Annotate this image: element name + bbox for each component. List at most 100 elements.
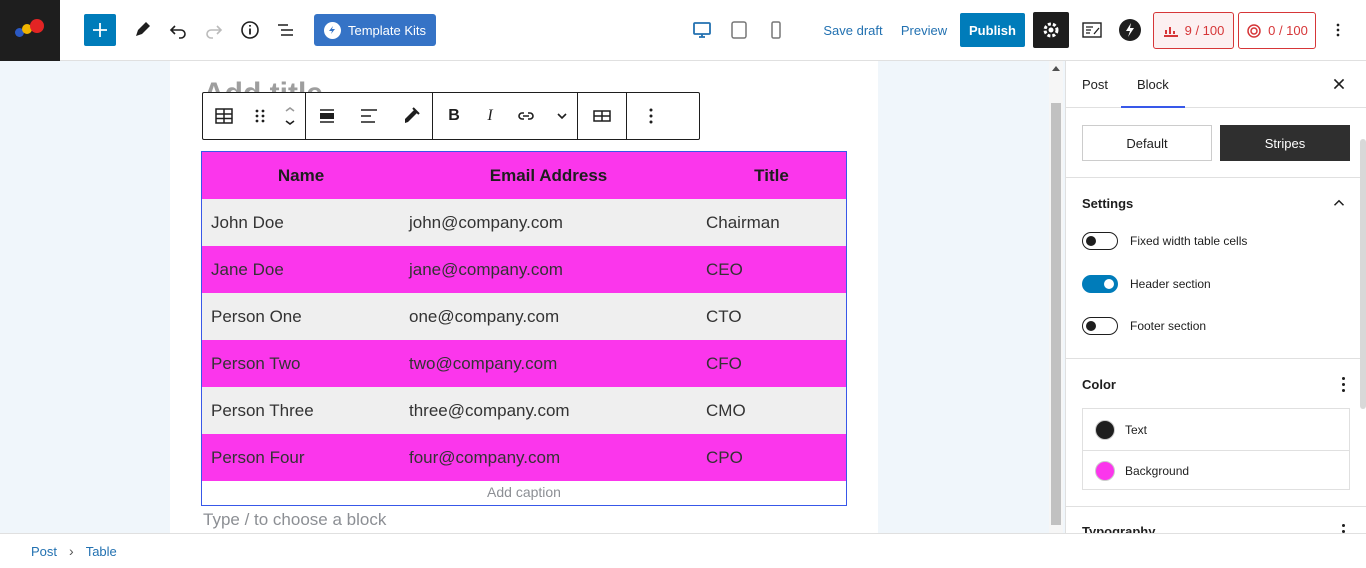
block-options-button[interactable]	[627, 93, 675, 139]
gear-icon	[1043, 22, 1059, 38]
site-logo[interactable]	[0, 0, 60, 61]
undo-button[interactable]	[164, 14, 192, 46]
table-row: Jane Doe jane@company.com CEO	[202, 246, 846, 293]
details-button[interactable]	[236, 14, 264, 46]
table-cell[interactable]: one@company.com	[400, 293, 697, 340]
typography-options-button[interactable]	[1342, 524, 1346, 533]
link-button[interactable]	[505, 93, 547, 139]
table-cell[interactable]: Jane Doe	[202, 246, 400, 293]
table-cell[interactable]: Person Two	[202, 340, 400, 387]
color-text-item[interactable]: Text	[1083, 409, 1349, 450]
style-stripes-button[interactable]: Stripes	[1220, 125, 1350, 161]
breadcrumb-post[interactable]: Post	[31, 544, 57, 559]
table-cell[interactable]: CMO	[697, 387, 846, 434]
table-cell[interactable]: two@company.com	[400, 340, 697, 387]
color-item-label: Text	[1125, 422, 1148, 437]
preview-button[interactable]: Preview	[898, 14, 950, 46]
table-row: John Doe john@company.com Chairman	[202, 199, 846, 246]
table-cell[interactable]: CFO	[697, 340, 846, 387]
table-cell[interactable]: Person Three	[202, 387, 400, 434]
table-caption-input[interactable]: Add caption	[202, 480, 846, 505]
close-icon[interactable]	[1328, 73, 1350, 95]
color-background-item[interactable]: Background	[1083, 450, 1349, 491]
table-header-cell[interactable]: Name	[202, 152, 400, 199]
highlight-button[interactable]	[390, 93, 432, 139]
drag-handle[interactable]	[245, 93, 275, 139]
table-cell[interactable]: Chairman	[697, 199, 846, 246]
vertical-ellipsis-icon	[649, 108, 653, 124]
toggle-knob	[1086, 236, 1096, 246]
link-icon	[518, 112, 534, 120]
bold-label: B	[448, 107, 460, 124]
desktop-preview-button[interactable]	[689, 14, 715, 46]
edit-table-button[interactable]	[578, 93, 626, 139]
drag-handle-icon	[255, 109, 265, 123]
fixed-width-toggle[interactable]	[1082, 232, 1118, 250]
readability-score-button[interactable]: 0 / 100	[1238, 12, 1316, 49]
canvas-scrollbar[interactable]	[1049, 61, 1063, 533]
block-appender[interactable]: Type / to choose a block	[203, 510, 386, 530]
table-row: Person Three three@company.com CMO	[202, 387, 846, 434]
color-options-button[interactable]	[1342, 377, 1346, 395]
table-cell[interactable]: jane@company.com	[400, 246, 697, 293]
style-default-button[interactable]: Default	[1082, 125, 1212, 161]
save-draft-button[interactable]: Save draft	[820, 14, 886, 46]
toggle-footer-section[interactable]: Footer section	[1082, 317, 1206, 335]
settings-panel-title[interactable]: Settings	[1082, 196, 1133, 211]
table-cell[interactable]: CPO	[697, 434, 846, 481]
publish-button[interactable]: Publish	[960, 13, 1025, 47]
table-header-cell[interactable]: Title	[697, 152, 846, 199]
desktop-icon	[693, 22, 711, 38]
chevron-right-icon: ›	[69, 543, 74, 559]
table-cell[interactable]: Person One	[202, 293, 400, 340]
move-up-down-control[interactable]	[275, 93, 305, 139]
tab-block[interactable]: Block	[1121, 61, 1185, 108]
sidebar-scrollbar[interactable]	[1360, 139, 1366, 409]
classic-editor-button[interactable]	[1078, 14, 1106, 46]
table-cell[interactable]: four@company.com	[400, 434, 697, 481]
list-view-button[interactable]	[272, 14, 300, 46]
settings-button[interactable]	[1033, 12, 1069, 48]
breadcrumb-table[interactable]: Table	[86, 544, 117, 559]
options-button[interactable]	[1328, 14, 1348, 46]
pencil-icon	[136, 22, 150, 36]
plus-icon	[93, 23, 107, 37]
chevron-up-down-icon	[285, 107, 295, 125]
table-cell[interactable]: John Doe	[202, 199, 400, 246]
table-cell[interactable]: three@company.com	[400, 387, 697, 434]
table-header-cell[interactable]: Email Address	[400, 152, 697, 199]
editor-canvas: Add title B I	[0, 61, 1065, 533]
toggle-header-section[interactable]: Header section	[1082, 275, 1211, 293]
text-align-button[interactable]	[348, 93, 390, 139]
chevron-down-icon	[557, 113, 567, 120]
more-formats-button[interactable]	[547, 93, 577, 139]
chevron-up-icon[interactable]	[1330, 194, 1348, 212]
seo-score-button[interactable]: 9 / 100	[1153, 12, 1234, 49]
table-cell[interactable]: CTO	[697, 293, 846, 340]
table-block[interactable]: Name Email Address Title John Doe john@c…	[201, 151, 847, 506]
table-cell[interactable]: CEO	[697, 246, 846, 293]
speed-plugin-button[interactable]	[1116, 14, 1144, 46]
template-kits-button[interactable]: Template Kits	[314, 14, 436, 46]
tab-post[interactable]: Post	[1066, 61, 1124, 108]
mobile-preview-button[interactable]	[763, 14, 789, 46]
color-swatch	[1095, 461, 1115, 481]
header-section-toggle[interactable]	[1082, 275, 1118, 293]
tools-button[interactable]	[128, 14, 156, 46]
scroll-up-arrow[interactable]	[1052, 66, 1060, 71]
table-cell[interactable]: Person Four	[202, 434, 400, 481]
scrollbar-thumb[interactable]	[1051, 103, 1061, 525]
table-block-switcher[interactable]	[203, 93, 245, 139]
toggle-fixed-width[interactable]: Fixed width table cells	[1082, 232, 1247, 250]
tablet-preview-button[interactable]	[726, 14, 752, 46]
table-icon	[215, 108, 233, 124]
table-row: Person Two two@company.com CFO	[202, 340, 846, 387]
footer-section-toggle[interactable]	[1082, 317, 1118, 335]
italic-button[interactable]: I	[475, 93, 505, 139]
redo-button[interactable]	[200, 14, 228, 46]
table-row: Person Four four@company.com CPO	[202, 434, 846, 481]
table-cell[interactable]: john@company.com	[400, 199, 697, 246]
add-block-button[interactable]	[84, 14, 116, 46]
bold-button[interactable]: B	[433, 93, 475, 139]
block-align-button[interactable]	[306, 93, 348, 139]
